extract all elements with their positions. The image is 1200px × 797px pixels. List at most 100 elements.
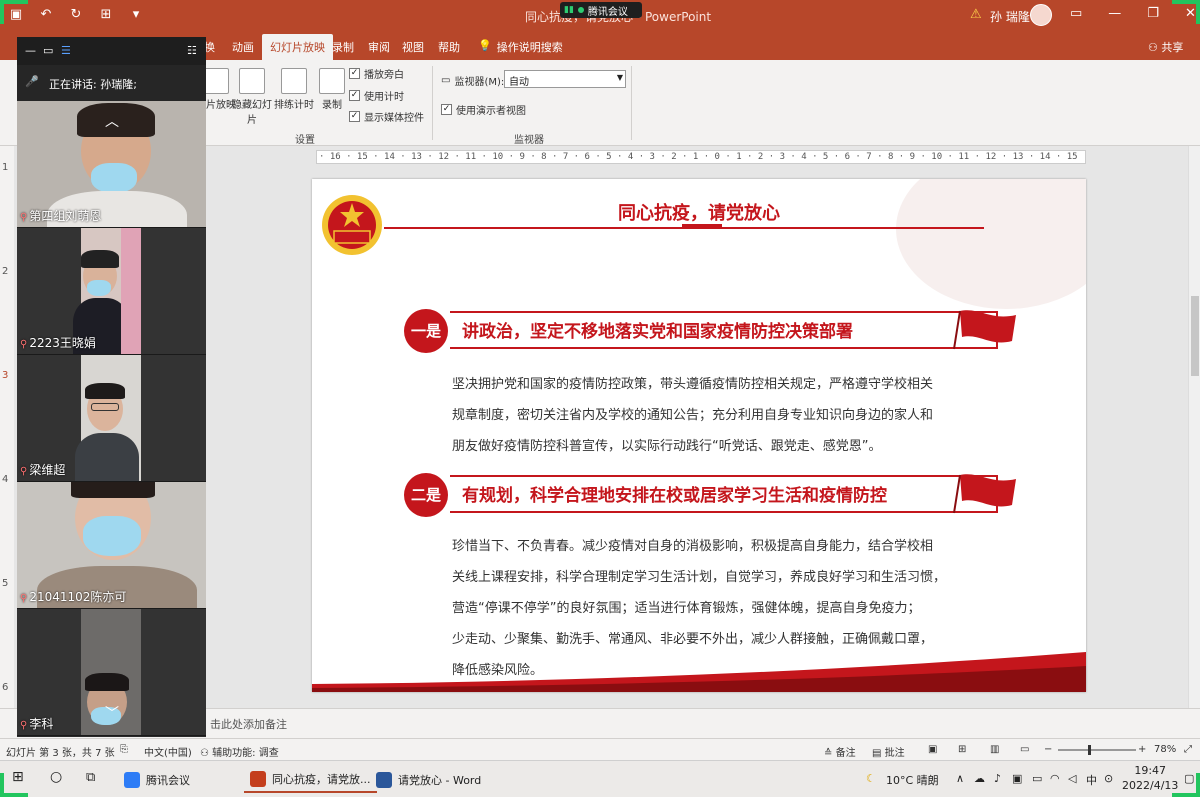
tray-meeting-icon[interactable]: ▣ [1012, 772, 1022, 785]
group-divider [432, 66, 433, 140]
redo-icon[interactable]: ↻ [68, 7, 84, 22]
rehearse-timings-button[interactable]: 排练计时 [274, 68, 314, 111]
thumb-number[interactable]: 2 [2, 266, 8, 277]
participant-tile[interactable]: ﹀ 李科 [17, 609, 206, 736]
windows-start-icon[interactable]: ⊞ [12, 769, 24, 785]
zoom-slider-knob[interactable] [1088, 745, 1091, 755]
thumb-number[interactable]: 1 [2, 162, 8, 173]
red-flag-icon [953, 474, 1016, 514]
chevron-down-icon[interactable]: ﹀ [105, 703, 119, 723]
group-monitor-label: 监视器 [514, 135, 544, 146]
slide-sorter-icon[interactable]: ⊞ [958, 744, 966, 755]
scrollbar-thumb[interactable] [1191, 296, 1199, 376]
window-layout-icon[interactable]: ▭ [43, 44, 53, 57]
monitor-select[interactable]: 自动 ▼ [504, 70, 626, 88]
tray-cloud-icon[interactable]: ☁ [974, 772, 985, 785]
comments-toggle[interactable]: ▤ 批注 [872, 744, 905, 759]
tray-mic-icon[interactable]: ♪ [994, 772, 1001, 785]
notes-placeholder[interactable]: 击此处添加备注 [210, 716, 287, 732]
save-icon[interactable]: ▣ [8, 7, 24, 22]
meeting-indicator[interactable]: ▮▮ 腾讯会议 [560, 2, 642, 18]
video-feed [75, 355, 141, 481]
tab-help[interactable]: 帮助 [438, 39, 460, 55]
recording-dot-icon [577, 7, 584, 13]
thumb-number[interactable]: 3 [2, 370, 8, 381]
tab-review[interactable]: 审阅 [368, 39, 390, 55]
paragraph-line: 营造“停课不停学”的良好氛围；适当进行体育锻炼，强健体魄，提高自身免疫力； [452, 601, 921, 616]
play-narration-checkbox[interactable]: ✓ 播放旁白 [349, 66, 404, 81]
participant-tile[interactable]: 梁维超 [17, 355, 206, 482]
thumb-number[interactable]: 4 [2, 474, 8, 485]
tab-record[interactable]: 录制 [332, 39, 354, 55]
vertical-scrollbar[interactable] [1188, 146, 1200, 708]
account-name[interactable]: 孙 瑞隆 [990, 8, 1030, 25]
ime-indicator[interactable]: 中 [1086, 772, 1097, 788]
task-view-icon[interactable]: ⧉ [86, 770, 95, 785]
accessibility-icon: ⚇ [200, 748, 209, 759]
thumb-number[interactable]: 5 [2, 578, 8, 589]
undo-icon[interactable]: ↶ [38, 7, 54, 22]
use-timings-checkbox[interactable]: ✓ 使用计时 [349, 88, 404, 103]
spellcheck-icon[interactable]: ⎘ [120, 744, 128, 755]
minimize-icon[interactable]: — [1108, 6, 1121, 21]
gallery-layout-icon[interactable]: ☰ [61, 44, 71, 57]
tab-slideshow[interactable]: 幻灯片放映 [262, 34, 333, 60]
accessibility-status[interactable]: ⚇ 辅助功能: 调查 [200, 744, 279, 759]
section-paragraph: 坚决拥护党和国家的疫情防控政策，带头遵循疫情防控相关规定，严格遵守学校相关 规章… [452, 369, 992, 462]
zoom-slider[interactable] [1058, 745, 1136, 755]
fit-slide-icon[interactable]: ⤢ [1184, 744, 1192, 755]
avatar[interactable] [1030, 4, 1052, 26]
participant-tile[interactable]: ︿ 第四组刘萌恩 [17, 101, 206, 228]
meeting-panel[interactable]: — ▭ ☰ ☷ 🎤 正在讲话: 孙瑞隆; ︿ 第四组刘萌恩 [17, 37, 206, 737]
tray-chevron-up-icon[interactable]: ∧ [956, 772, 964, 785]
ribbon-display-icon[interactable]: ▭ [1070, 6, 1082, 21]
taskbar-app-meeting[interactable]: 腾讯会议 [118, 767, 196, 793]
tray-volume-icon[interactable]: ◁ [1068, 772, 1076, 785]
signal-icon: ▮▮ [564, 5, 574, 15]
tab-view[interactable]: 视图 [402, 39, 424, 55]
clock[interactable]: 19:47 2022/4/13 [1122, 764, 1178, 792]
paragraph-line: 坚决拥护党和国家的疫情防控政策，带头遵循疫情防控相关规定，严格遵守学校相关 [452, 377, 934, 392]
hide-slide-button[interactable]: 隐藏幻灯片 [232, 68, 272, 126]
tray-ime-icon[interactable]: ⊙ [1104, 772, 1113, 785]
share-button[interactable]: ⚇ 共享 [1148, 39, 1183, 55]
slideshow-start-icon[interactable]: ⊞ [98, 7, 114, 22]
window-controls: ▭ — ❐ ✕ [1070, 6, 1196, 21]
participant-tile[interactable]: 2223王晓娟 [17, 228, 206, 355]
maximize-icon[interactable]: ❐ [1147, 6, 1159, 21]
normal-view-icon[interactable]: ▣ [928, 744, 937, 755]
tell-me-search[interactable]: 💡 操作说明搜索 [478, 39, 563, 55]
minimize-panel-icon[interactable]: — [25, 44, 36, 57]
slideshow-view-icon[interactable]: ▭ [1020, 744, 1029, 755]
search-icon[interactable]: ○ [50, 769, 62, 785]
zoom-level[interactable]: 78% [1154, 744, 1176, 755]
zoom-out-icon[interactable]: − [1044, 744, 1052, 755]
panel-menu-icon[interactable]: ☷ [187, 44, 197, 57]
language-status[interactable]: 中文(中国) [144, 744, 192, 759]
participant-tile[interactable]: 21041102陈亦可 [17, 482, 206, 609]
thumb-number[interactable]: 6 [2, 682, 8, 693]
chevron-up-icon[interactable]: ︿ [105, 111, 119, 131]
tray-screen-icon[interactable]: ▭ [1032, 772, 1042, 785]
close-icon[interactable]: ✕ [1185, 6, 1196, 21]
weather-text[interactable]: 10°C 晴朗 [886, 772, 939, 788]
weather-moon-icon[interactable]: ☾ [866, 772, 876, 785]
tab-animations[interactable]: 动画 [232, 39, 254, 55]
reading-view-icon[interactable]: ▥ [990, 744, 999, 755]
notes-toggle[interactable]: ≙ 备注 [824, 744, 856, 759]
tray-wifi-icon[interactable]: ◠ [1050, 772, 1060, 785]
slide-canvas[interactable]: 同心抗疫，请党放心 一是 讲政治，坚定不移地落实党和国家疫情防控决策部署 坚决拥… [312, 179, 1086, 692]
warning-icon[interactable]: ⚠ [970, 7, 982, 22]
section-heading: 一是 讲政治，坚定不移地落实党和国家疫情防控决策部署 [404, 307, 1004, 353]
zoom-in-icon[interactable]: + [1138, 744, 1146, 755]
presenter-view-checkbox[interactable]: ✓ 使用演示者视图 [441, 102, 526, 117]
show-media-controls-checkbox[interactable]: ✓ 显示媒体控件 [349, 109, 424, 124]
status-bar: 幻灯片 第 3 张，共 7 张 ⎘ 中文(中国) ⚇ 辅助功能: 调查 ≙ 备注… [0, 738, 1200, 760]
notification-icon[interactable]: ▢ [1184, 772, 1194, 785]
taskbar-app-powerpoint[interactable]: 同心抗疫，请党放... [244, 767, 377, 793]
record-button[interactable]: 录制 [312, 68, 352, 111]
person-icon: ⚇ [1148, 41, 1158, 54]
taskbar-app-word[interactable]: 请党放心 - Word [370, 767, 487, 793]
customize-toolbar-icon[interactable]: ▾ [128, 7, 144, 22]
slide-title: 同心抗疫，请党放心 [618, 203, 780, 224]
